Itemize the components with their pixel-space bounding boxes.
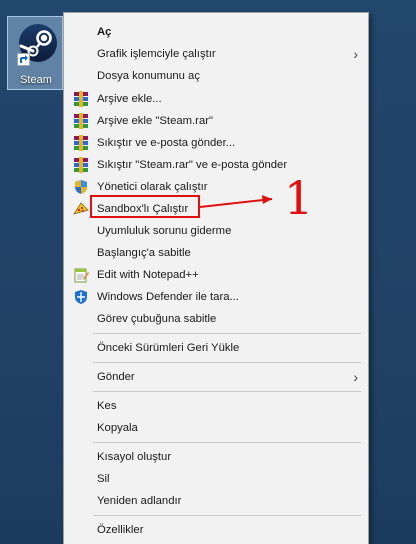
menu-item-troubleshoot-compatibility[interactable]: Uyumluluk sorunu giderme bbox=[64, 220, 368, 242]
menu-item-copy[interactable]: Kopyala bbox=[64, 417, 368, 439]
menu-item-label: Gönder bbox=[97, 371, 135, 383]
menu-item-label: Yeniden adlandır bbox=[97, 495, 182, 507]
menu-item-rename[interactable]: Yeniden adlandır bbox=[64, 490, 368, 512]
menu-separator bbox=[93, 391, 361, 392]
shortcut-arrow-icon bbox=[17, 53, 30, 66]
menu-item-label: Kısayol oluştur bbox=[97, 451, 172, 463]
menu-item-compress-and-email[interactable]: Sıkıştır ve e-posta gönder... bbox=[64, 132, 368, 154]
menu-item-label: Grafik işlemciyle çalıştır bbox=[97, 48, 216, 60]
menu-item-label: Özellikler bbox=[97, 524, 144, 536]
menu-item-label: Kes bbox=[97, 400, 117, 412]
desktop-icon-label: Steam bbox=[20, 74, 52, 86]
submenu-chevron-icon: › bbox=[353, 46, 358, 62]
menu-item-label: Önceki Sürümleri Geri Yükle bbox=[97, 342, 240, 354]
menu-separator bbox=[93, 333, 361, 334]
menu-item-cut[interactable]: Kes bbox=[64, 395, 368, 417]
uac-shield-icon bbox=[75, 180, 87, 194]
menu-item-delete[interactable]: Sil bbox=[64, 468, 368, 490]
menu-item-pin-to-taskbar[interactable]: Görev çubuğuna sabitle bbox=[64, 308, 368, 330]
menu-item-label: Sıkıştır ve e-posta gönder... bbox=[97, 137, 236, 149]
winrar-icon bbox=[74, 135, 88, 151]
menu-item-label: Arşive ekle "Steam.rar" bbox=[97, 115, 214, 127]
menu-item-label: Başlangıç'a sabitle bbox=[97, 247, 191, 259]
menu-item-properties[interactable]: Özellikler bbox=[64, 519, 368, 541]
menu-item-edit-with-notepad-plus-plus[interactable]: Edit with Notepad++ bbox=[64, 264, 368, 286]
menu-separator bbox=[93, 442, 361, 443]
submenu-chevron-icon: › bbox=[353, 369, 358, 385]
desktop: Steam Aç Grafik işlemciyle çalıştır › Do… bbox=[0, 0, 416, 544]
menu-item-label: Aç bbox=[97, 26, 112, 38]
windows-defender-icon bbox=[75, 290, 87, 304]
menu-separator bbox=[93, 362, 361, 363]
menu-item-restore-previous-versions[interactable]: Önceki Sürümleri Geri Yükle bbox=[64, 337, 368, 359]
menu-item-run-with-gpu[interactable]: Grafik işlemciyle çalıştır › bbox=[64, 43, 368, 65]
menu-item-label: Sıkıştır "Steam.rar" ve e-posta gönder bbox=[97, 159, 288, 171]
annotation-number: 1 bbox=[284, 171, 314, 225]
winrar-icon bbox=[74, 157, 88, 173]
menu-item-add-to-steam-rar[interactable]: Arşive ekle "Steam.rar" bbox=[64, 110, 368, 132]
menu-item-label: Arşive ekle... bbox=[97, 93, 162, 105]
winrar-icon bbox=[74, 113, 88, 129]
menu-item-label: Kopyala bbox=[97, 422, 138, 434]
menu-item-compress-steam-rar-and-email[interactable]: Sıkıştır "Steam.rar" ve e-posta gönder bbox=[64, 154, 368, 176]
menu-item-send-to[interactable]: Gönder › bbox=[64, 366, 368, 388]
menu-item-open-file-location[interactable]: Dosya konumunu aç bbox=[64, 65, 368, 87]
winrar-icon bbox=[74, 91, 88, 107]
menu-item-label: Dosya konumunu aç bbox=[97, 70, 200, 82]
notepad-plus-plus-icon bbox=[74, 268, 89, 283]
annotation-highlight-box bbox=[90, 195, 200, 218]
menu-item-label: Windows Defender ile tara... bbox=[97, 291, 239, 303]
steam-desktop-shortcut[interactable]: Steam bbox=[7, 16, 63, 90]
menu-item-scan-with-windows-defender[interactable]: Windows Defender ile tara... bbox=[64, 286, 368, 308]
menu-item-label: Görev çubuğuna sabitle bbox=[97, 313, 217, 325]
context-menu: Aç Grafik işlemciyle çalıştır › Dosya ko… bbox=[63, 12, 369, 544]
menu-item-pin-to-start[interactable]: Başlangıç'a sabitle bbox=[64, 242, 368, 264]
menu-item-label: Edit with Notepad++ bbox=[97, 269, 199, 281]
menu-item-create-shortcut[interactable]: Kısayol oluştur bbox=[64, 446, 368, 468]
menu-item-label: Uyumluluk sorunu giderme bbox=[97, 225, 232, 237]
menu-item-label: Sil bbox=[97, 473, 110, 485]
menu-item-add-to-archive[interactable]: Arşive ekle... bbox=[64, 88, 368, 110]
menu-item-open[interactable]: Aç bbox=[64, 21, 368, 43]
menu-separator bbox=[93, 515, 361, 516]
sandboxie-icon bbox=[73, 202, 89, 215]
